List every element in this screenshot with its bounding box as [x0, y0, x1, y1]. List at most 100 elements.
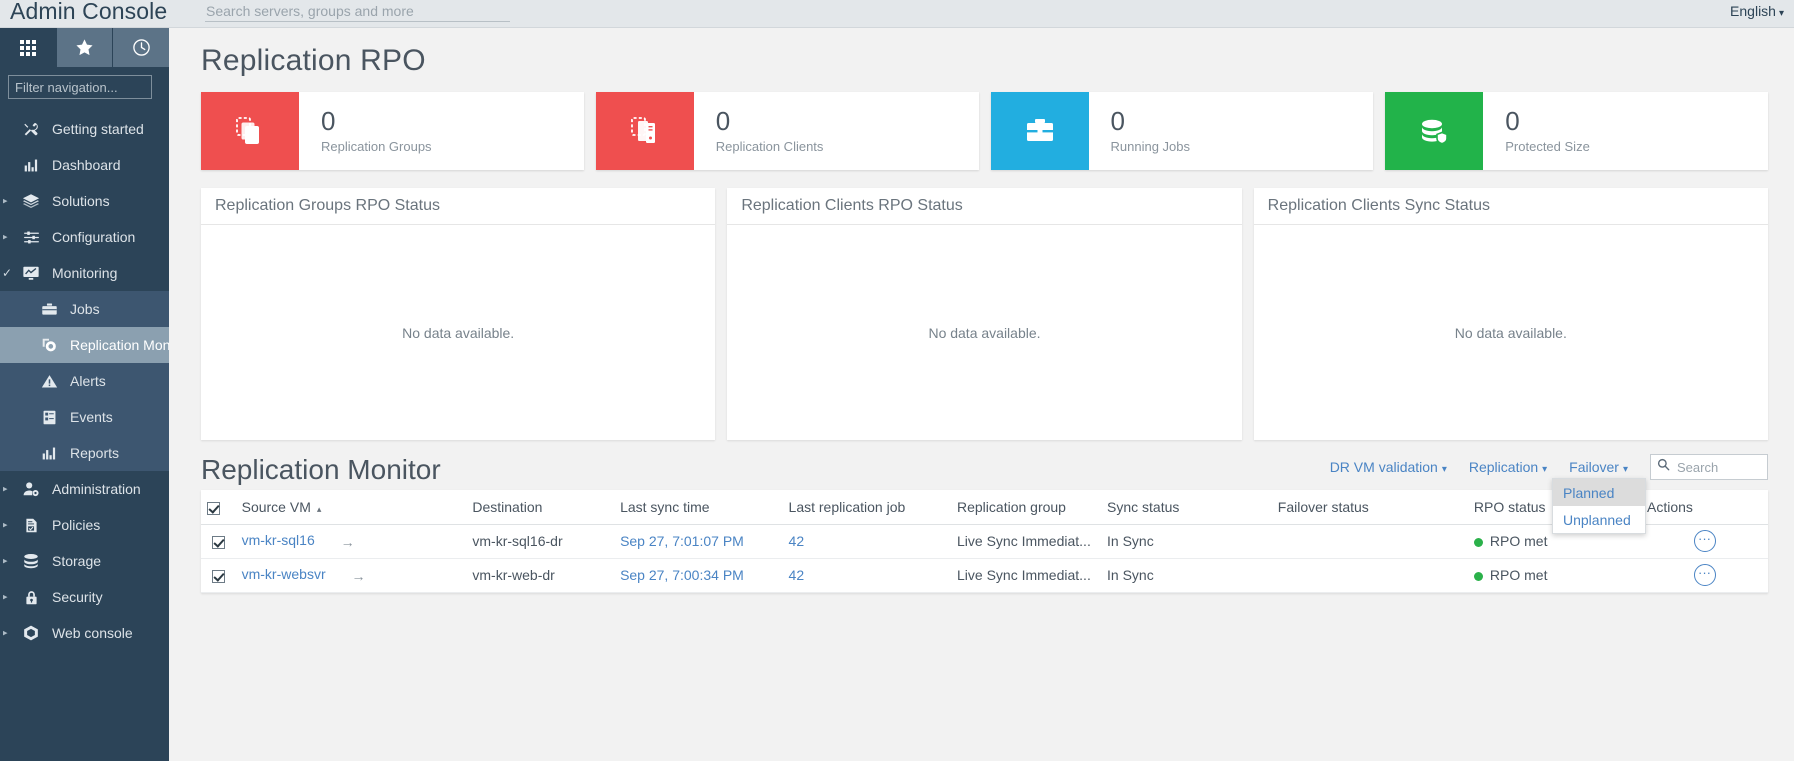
row-select-cell[interactable]	[201, 524, 236, 559]
layers-icon	[20, 191, 42, 211]
app-title: Admin Console	[10, 0, 168, 24]
menu-item-unplanned[interactable]: Unplanned	[1553, 506, 1645, 533]
sidebar-item-administration[interactable]: ▸ Administration	[0, 471, 169, 507]
sidebar-tab-favorites[interactable]	[56, 28, 114, 67]
sidebar-item-label: Solutions	[52, 193, 110, 209]
cell-destination: vm-kr-web-dr	[466, 558, 615, 593]
kpi-card-replication-clients[interactable]: 0 Replication Clients	[595, 92, 979, 170]
sidebar-item-events[interactable]: Events	[0, 399, 169, 435]
replication-dropdown[interactable]: Replication ▾	[1469, 459, 1547, 475]
row-actions-button[interactable]: ···	[1693, 564, 1716, 586]
dr-vm-validation-label: DR VM validation	[1329, 459, 1438, 475]
column-label: Source VM	[241, 498, 311, 515]
magnifier-icon	[1657, 458, 1670, 476]
language-label: English	[1730, 3, 1776, 19]
failover-dropdown[interactable]: Failover ▾	[1569, 459, 1628, 475]
sidebar-tab-all[interactable]	[0, 28, 57, 67]
column-header-last-sync-time[interactable]: Last sync time	[614, 490, 783, 525]
sidebar-item-label: Security	[52, 589, 103, 605]
sidebar-item-security[interactable]: ▸ Security	[0, 579, 169, 615]
sidebar-item-monitoring[interactable]: ✓ Monitoring	[0, 255, 169, 291]
sidebar-item-label: Storage	[52, 553, 102, 569]
rpo-status-label: RPO met	[1489, 533, 1548, 549]
chevron-right-icon: ▸	[3, 519, 8, 530]
top-bar: Admin Console English▾	[0, 0, 1794, 28]
sidebar-filter[interactable]	[0, 67, 169, 105]
replication-clients-icon	[595, 92, 694, 170]
arrow-right-icon: →	[351, 567, 366, 584]
column-header-last-replication-job[interactable]: Last replication job	[782, 490, 951, 525]
column-header-source-vm[interactable]: Source VM ▴	[235, 490, 467, 525]
sidebar-item-configuration[interactable]: ▸ Configuration	[0, 219, 169, 255]
replication-label: Replication	[1468, 459, 1539, 475]
failover-label: Failover	[1569, 459, 1619, 475]
sidebar-item-label: Alerts	[70, 373, 106, 389]
web-console-icon	[20, 623, 42, 643]
sidebar-item-alerts[interactable]: Alerts	[0, 363, 169, 399]
sidebar-item-label: Events	[70, 409, 113, 425]
last-replication-job-link[interactable]: 42	[789, 567, 805, 583]
table-toolbar: DR VM validation ▾ Replication ▾ Failover ▾…	[169, 452, 1794, 534]
table-row[interactable]: vm-kr-sql16 → vm-kr-sql16-dr Sep 27, 7:0…	[201, 524, 1768, 559]
table-search[interactable]	[1650, 454, 1768, 480]
global-search[interactable]	[205, 2, 510, 24]
replication-table: Source VM ▴ Destination Last sync time La…	[201, 490, 1768, 593]
last-sync-time-link[interactable]: Sep 27, 7:00:34 PM	[620, 567, 744, 583]
events-icon	[38, 407, 60, 427]
user-gear-icon	[20, 479, 42, 499]
table-search-input[interactable]	[1675, 458, 1763, 476]
sidebar-tab-recent[interactable]	[113, 28, 169, 67]
last-sync-time-link[interactable]: Sep 27, 7:01:07 PM	[620, 533, 744, 549]
clock-icon	[132, 38, 151, 57]
kpi-card-running-jobs[interactable]: 0 Running Jobs	[990, 92, 1374, 170]
kpi-card-replication-groups[interactable]: 0 Replication Groups	[201, 92, 584, 170]
table-row[interactable]: vm-kr-websvr → vm-kr-web-dr Sep 27, 7:00…	[201, 558, 1768, 593]
sidebar-item-reports[interactable]: Reports	[0, 435, 169, 471]
arrow-right-icon: →	[340, 533, 355, 550]
sliders-icon	[20, 227, 42, 247]
kpi-value: 0	[715, 106, 731, 137]
chevron-right-icon: ▸	[3, 555, 8, 566]
kpi-card-row: 0 Replication Groups 0 Replication Clien…	[169, 78, 1794, 170]
sidebar-item-solutions[interactable]: ▸ Solutions	[0, 183, 169, 219]
select-all-header[interactable]	[201, 490, 236, 525]
menu-item-planned[interactable]: Planned	[1553, 479, 1645, 506]
sidebar-item-label: Jobs	[70, 301, 100, 317]
select-all-checkbox[interactable]	[207, 501, 220, 515]
column-header-replication-group[interactable]: Replication group	[951, 490, 1101, 525]
sidebar-item-replication-monitor[interactable]: Replication Monitor	[0, 327, 169, 363]
sidebar-item-web-console[interactable]: ▸ Web console	[0, 615, 169, 651]
last-replication-job-link[interactable]: 42	[789, 533, 805, 549]
kpi-card-protected-size[interactable]: 0 Protected Size	[1385, 92, 1768, 170]
row-select-cell[interactable]	[201, 558, 236, 593]
sidebar: Getting started Dashboard ▸ Solutions	[0, 28, 169, 761]
row-checkbox[interactable]	[211, 535, 225, 549]
column-header-failover-status[interactable]: Failover status	[1271, 490, 1468, 525]
dr-vm-validation-dropdown[interactable]: DR VM validation ▾	[1330, 459, 1447, 475]
sidebar-item-getting-started[interactable]: Getting started	[0, 111, 169, 147]
source-vm-link[interactable]: vm-kr-sql16	[242, 532, 315, 548]
sidebar-item-storage[interactable]: ▸ Storage	[0, 543, 169, 579]
sidebar-item-policies[interactable]: ▸ Policies	[0, 507, 169, 543]
chevron-right-icon: ▸	[3, 591, 8, 602]
language-selector[interactable]: English ▾	[1730, 3, 1784, 19]
sidebar-item-label: Monitoring	[52, 265, 118, 281]
column-header-sync-status[interactable]: Sync status	[1101, 490, 1272, 525]
status-dot-green	[1473, 571, 1483, 581]
sidebar-item-label: Administration	[52, 481, 141, 497]
sidebar-item-jobs[interactable]: Jobs	[0, 291, 169, 327]
cell-rpo-status: RPO met	[1467, 558, 1641, 593]
source-vm-link[interactable]: vm-kr-websvr	[242, 566, 326, 582]
filter-navigation-input[interactable]	[8, 75, 152, 99]
sidebar-item-dashboard[interactable]: Dashboard	[0, 147, 169, 183]
panel-replication-groups-rpo-status: Replication Groups RPO Status No data av…	[201, 188, 716, 440]
sidebar-item-label: Replication Monitor	[70, 337, 169, 353]
panel-title: Replication Groups RPO Status	[201, 188, 716, 225]
monitor-chart-icon	[20, 263, 42, 283]
row-actions-button[interactable]: ···	[1693, 530, 1716, 552]
panel-title: Replication Clients RPO Status	[727, 188, 1242, 225]
row-checkbox[interactable]	[211, 569, 225, 583]
column-header-actions: Actions	[1641, 490, 1768, 525]
column-header-destination[interactable]: Destination	[466, 490, 615, 525]
global-search-input[interactable]	[205, 2, 510, 22]
